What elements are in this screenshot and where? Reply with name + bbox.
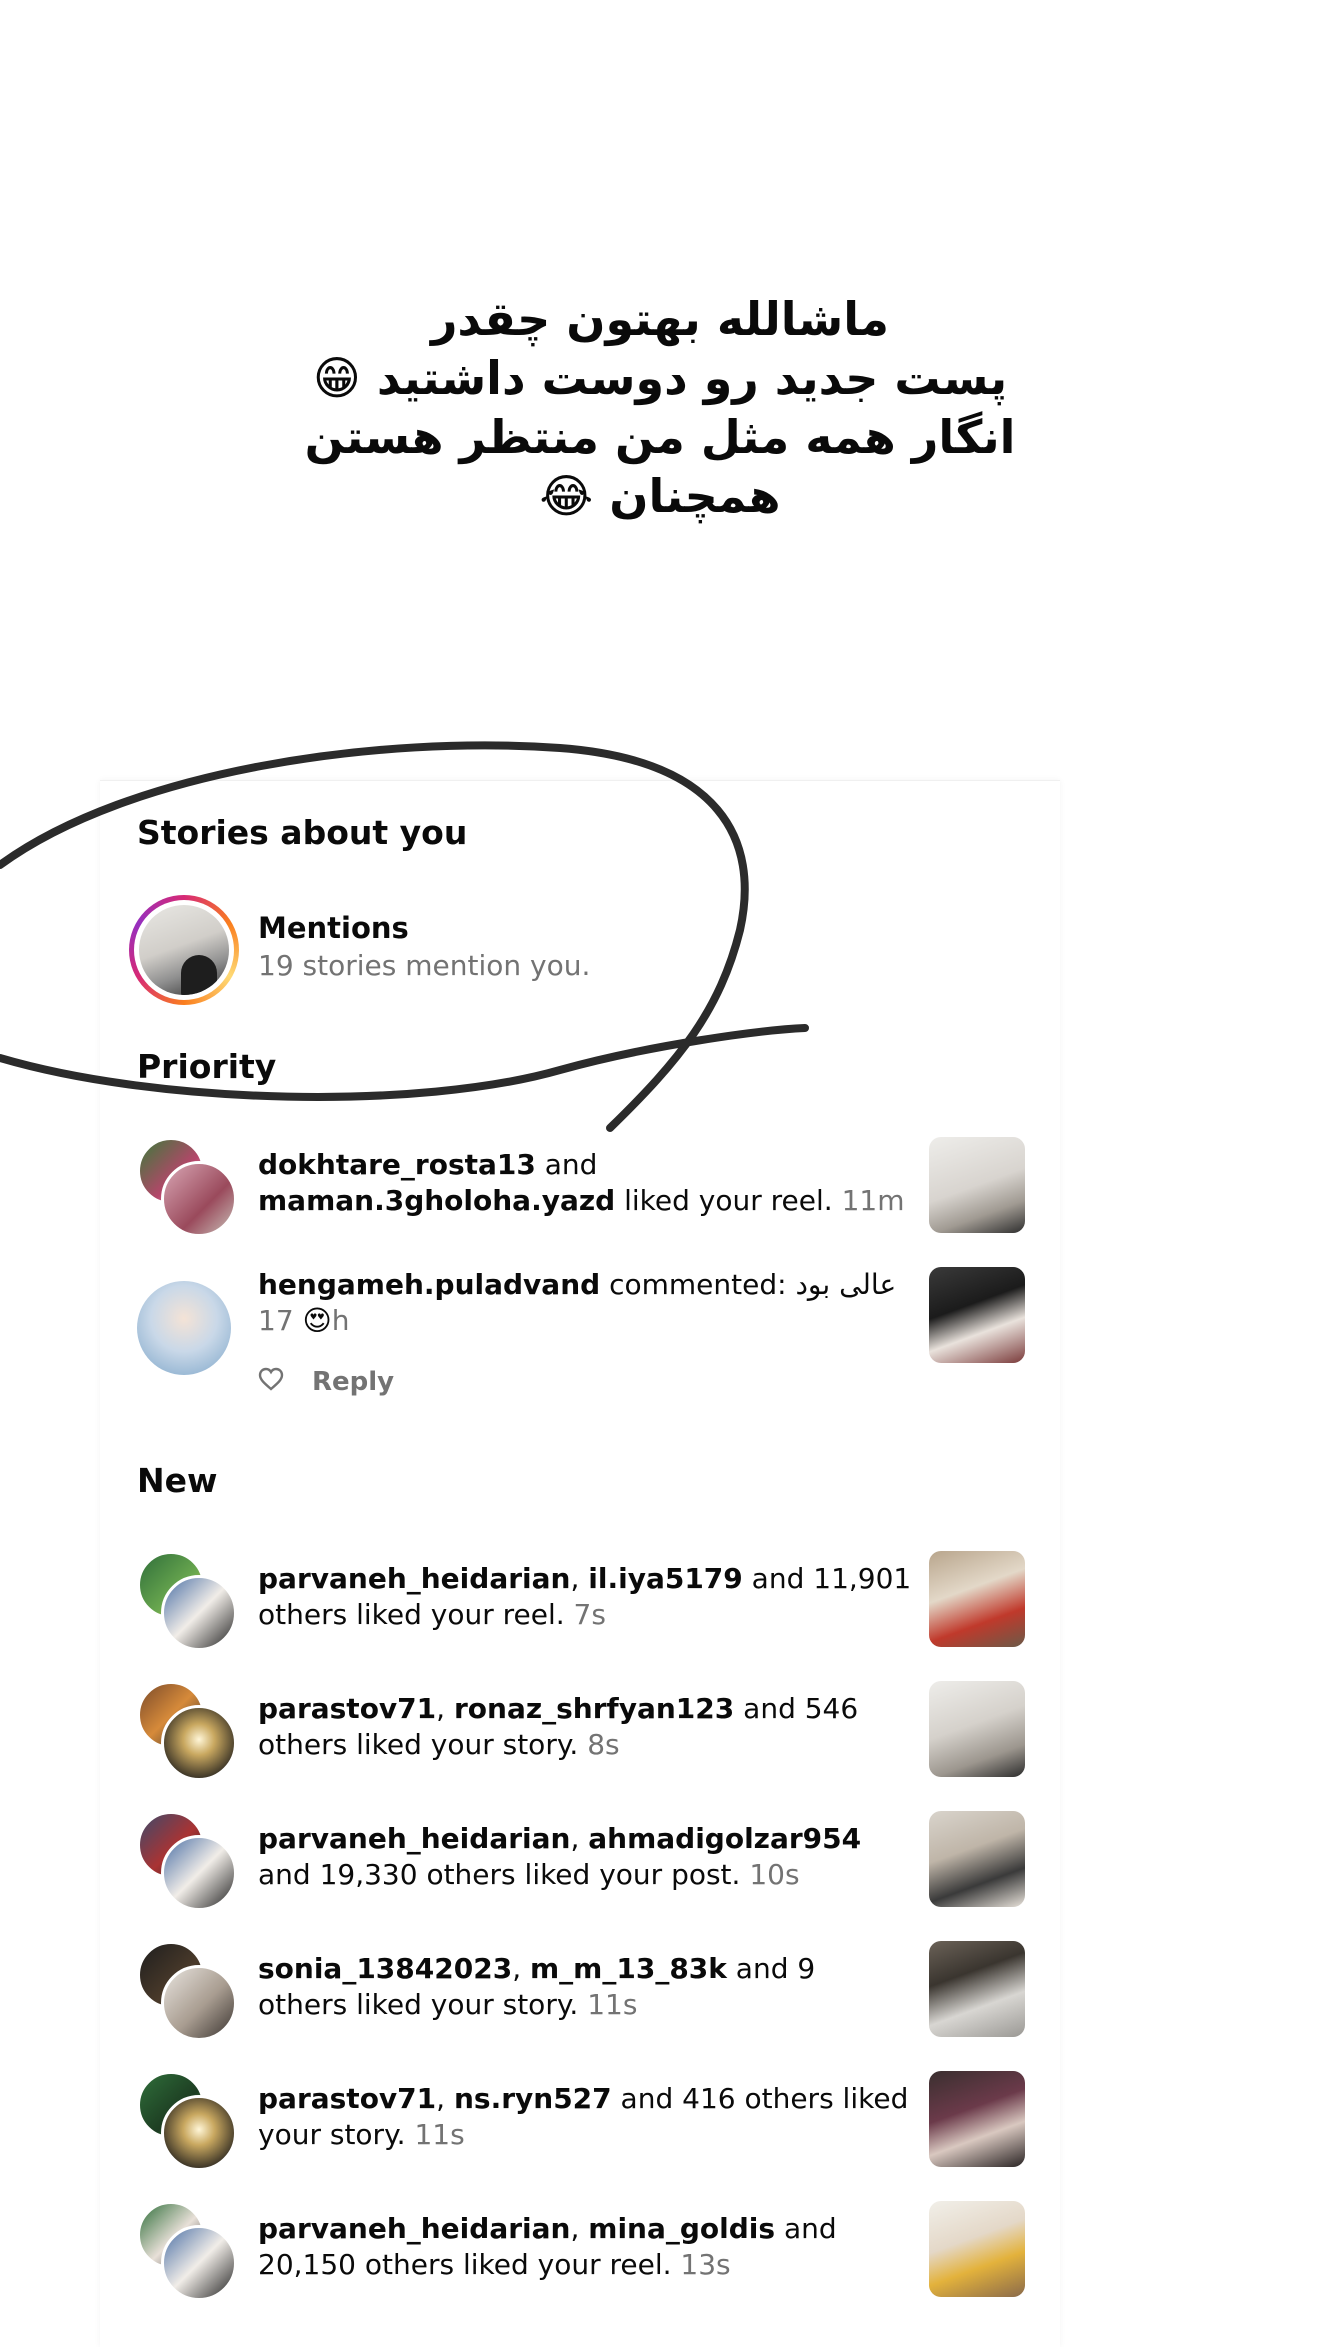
timestamp: 11s xyxy=(587,1988,638,2021)
notification-text: hengameh.puladvand commented: عالی بود 😍… xyxy=(258,1268,897,1337)
avatar-stack[interactable] xyxy=(137,1941,237,2041)
avatar-stack[interactable] xyxy=(137,1681,237,1781)
username[interactable]: ronaz_shrfyan123 xyxy=(454,1692,734,1725)
notification-text: parastov71, ns.ryn527 and 416 others lik… xyxy=(258,2082,909,2151)
notification-text: parvaneh_heidarian, il.iya5179 and 11,90… xyxy=(258,1562,912,1631)
username[interactable]: sonia_13842023 xyxy=(258,1952,512,1985)
story-thumbnail[interactable] xyxy=(929,1941,1025,2037)
avatar-stack[interactable] xyxy=(137,2071,237,2171)
mentions-title: Mentions xyxy=(258,911,409,945)
new-heading: New xyxy=(137,1461,218,1500)
stories-about-you-heading: Stories about you xyxy=(137,813,468,852)
reel-thumbnail[interactable] xyxy=(929,1551,1025,1647)
avatar xyxy=(161,1705,237,1781)
username[interactable]: il.iya5179 xyxy=(588,1562,743,1595)
reply-button[interactable]: Reply xyxy=(312,1367,394,1397)
timestamp: 7s xyxy=(573,1598,606,1631)
timestamp: 10s xyxy=(749,1858,800,1891)
avatar xyxy=(161,1161,237,1237)
avatar-stack[interactable] xyxy=(137,1811,237,1911)
username[interactable]: parvaneh_heidarian xyxy=(258,1822,570,1855)
avatar-stack[interactable] xyxy=(137,1137,237,1237)
username[interactable]: mina_goldis xyxy=(588,2212,775,2245)
notification-text: dokhtare_rosta13 and maman.3gholoha.yazd… xyxy=(258,1148,905,1217)
mentions-subtitle: 19 stories mention you. xyxy=(258,949,591,982)
avatar-stack[interactable] xyxy=(137,1267,233,1375)
caption-line-4: همچنان 😂 xyxy=(539,469,781,523)
username[interactable]: ns.ryn527 xyxy=(454,2082,612,2115)
post-thumbnail[interactable] xyxy=(929,1811,1025,1907)
username[interactable]: parastov71 xyxy=(258,1692,436,1725)
avatar xyxy=(161,1575,237,1651)
notification-text: parastov71, ronaz_shrfyan123 and 546 oth… xyxy=(258,1692,859,1761)
story-caption: ماشالله بهتون چقدر پست جدید رو دوست داشت… xyxy=(0,290,1320,526)
mentions-story-avatar[interactable] xyxy=(129,895,239,1005)
timestamp: 13s xyxy=(680,2248,731,2281)
username[interactable]: parastov71 xyxy=(258,2082,436,2115)
avatar xyxy=(161,1835,237,1911)
avatar-stack[interactable] xyxy=(137,2201,237,2301)
heart-icon[interactable] xyxy=(258,1367,284,1398)
avatar-stack[interactable] xyxy=(137,1551,237,1651)
avatar xyxy=(137,1281,231,1375)
caption-line-2: پست جدید رو دوست داشتید 😁 xyxy=(312,351,1008,405)
comment-actions: Reply xyxy=(258,1367,394,1398)
username[interactable]: m_m_13_83k xyxy=(530,1952,727,1985)
timestamp: 11m xyxy=(841,1184,905,1217)
reel-thumbnail[interactable] xyxy=(929,2201,1025,2297)
story-thumbnail[interactable] xyxy=(929,2071,1025,2167)
username[interactable]: maman.3gholoha.yazd xyxy=(258,1184,615,1217)
story-thumbnail[interactable] xyxy=(929,1681,1025,1777)
notification-text: parvaneh_heidarian, mina_goldis and 20,1… xyxy=(258,2212,837,2281)
avatar xyxy=(161,1965,237,2041)
avatar xyxy=(161,2095,237,2171)
username[interactable]: parvaneh_heidarian xyxy=(258,2212,570,2245)
username[interactable]: parvaneh_heidarian xyxy=(258,1562,570,1595)
post-thumbnail[interactable] xyxy=(929,1267,1025,1363)
timestamp: 11s xyxy=(414,2118,465,2151)
notification-text: parvaneh_heidarian, ahmadigolzar954 and … xyxy=(258,1822,862,1891)
caption-line-3: انگار همه مثل من منتظر هستن xyxy=(304,410,1016,464)
username[interactable]: dokhtare_rosta13 xyxy=(258,1148,536,1181)
timestamp: 8s xyxy=(587,1728,620,1761)
username[interactable]: hengameh.puladvand xyxy=(258,1268,600,1301)
caption-line-1: ماشالله بهتون چقدر xyxy=(430,292,890,346)
notification-text: sonia_13842023, m_m_13_83k and 9 others … xyxy=(258,1952,816,2021)
notifications-panel: Stories about you Mentions 19 stories me… xyxy=(100,780,1060,2347)
avatar xyxy=(161,2225,237,2301)
priority-heading: Priority xyxy=(137,1047,277,1086)
username[interactable]: ahmadigolzar954 xyxy=(588,1822,861,1855)
reel-thumbnail[interactable] xyxy=(929,1137,1025,1233)
